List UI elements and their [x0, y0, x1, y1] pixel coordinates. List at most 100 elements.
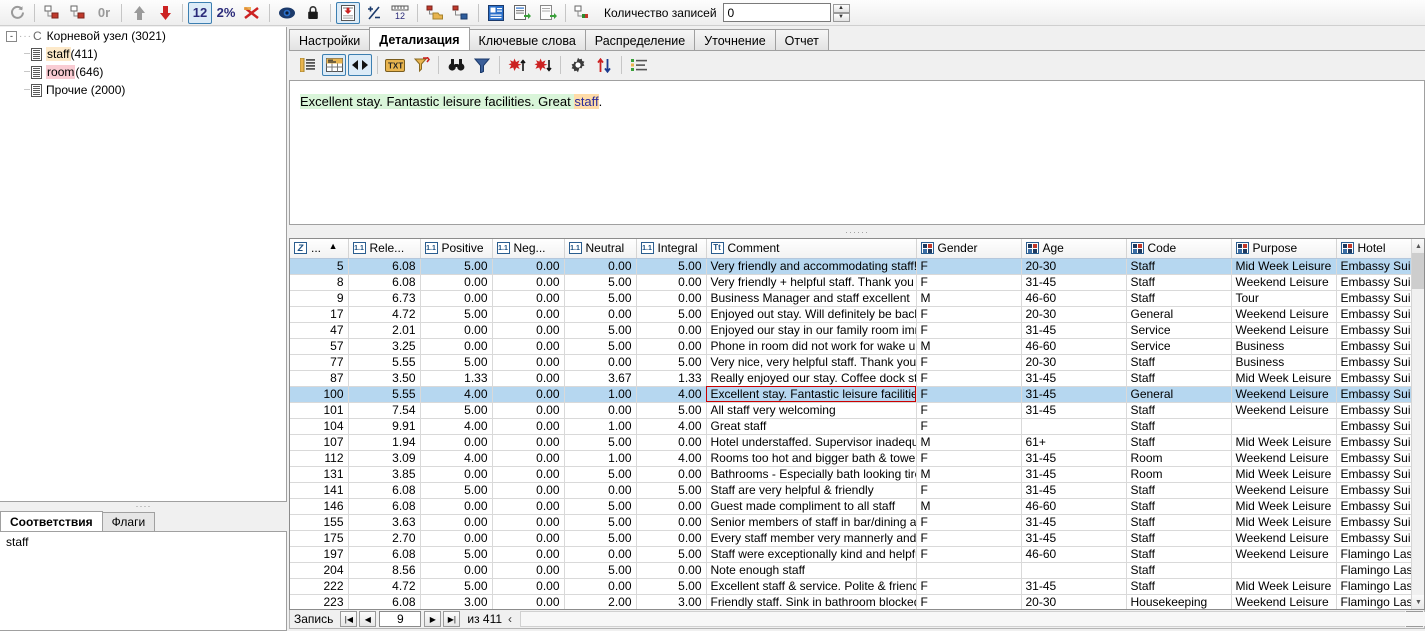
- cell-gender[interactable]: F: [916, 370, 1022, 387]
- cell-id[interactable]: 197: [290, 546, 349, 563]
- cell-relevance[interactable]: 6.08: [348, 258, 421, 275]
- node-folder-icon[interactable]: [423, 2, 447, 24]
- cell-gender[interactable]: M: [916, 434, 1022, 451]
- column-header-hotel[interactable]: Hotel: [1336, 239, 1415, 259]
- cell-positive[interactable]: 5.00: [420, 482, 493, 499]
- cell-positive[interactable]: 4.00: [420, 450, 493, 467]
- cell-age[interactable]: 31-45: [1021, 530, 1127, 547]
- cell-hotel[interactable]: Embassy Sui: [1336, 306, 1415, 323]
- filter-funnel-icon[interactable]: [470, 54, 494, 76]
- cell-integral[interactable]: 4.00: [636, 386, 707, 403]
- cell-comment[interactable]: Enjoyed out stay. Will definitely be bac…: [706, 306, 917, 323]
- node-step-icon[interactable]: [449, 2, 473, 24]
- cell-gender[interactable]: M: [916, 290, 1022, 307]
- prev-record-button[interactable]: ◀: [359, 611, 377, 627]
- cell-purpose[interactable]: Weekend Leisure: [1231, 306, 1337, 323]
- cell-negative[interactable]: 0.00: [492, 354, 565, 371]
- cell-positive[interactable]: 3.00: [420, 594, 493, 609]
- cell-comment[interactable]: Great staff: [706, 418, 917, 435]
- first-record-button[interactable]: |◀: [340, 611, 358, 627]
- cell-relevance[interactable]: 3.63: [348, 514, 421, 531]
- tree-item-other[interactable]: ┄ Прочие (2000): [0, 81, 286, 99]
- horizontal-scrollbar[interactable]: [520, 611, 1425, 627]
- cell-relevance[interactable]: 6.08: [348, 546, 421, 563]
- table-row[interactable]: 77 5.55 5.00 0.00 0.00 5.00 Very nice, very he…: [290, 354, 1415, 371]
- cell-negative[interactable]: 0.00: [492, 498, 565, 515]
- cell-id[interactable]: 5: [290, 258, 349, 275]
- cell-integral[interactable]: 1.33: [636, 370, 707, 387]
- cell-neutral[interactable]: 0.00: [564, 306, 637, 323]
- cell-neutral[interactable]: 5.00: [564, 434, 637, 451]
- cell-gender[interactable]: F: [916, 514, 1022, 531]
- tree-node-icon[interactable]: [40, 2, 64, 24]
- table-row[interactable]: 222 4.72 5.00 0.00 0.00 5.00 Excellent staff &…: [290, 578, 1415, 595]
- cell-purpose[interactable]: Weekend Leisure: [1231, 450, 1337, 467]
- cell-comment[interactable]: Very friendly + helpful staff. Thank you: [706, 274, 917, 291]
- cell-positive[interactable]: 5.00: [420, 306, 493, 323]
- column-header-purpose[interactable]: Purpose: [1231, 239, 1337, 259]
- cell-code[interactable]: Staff: [1126, 434, 1232, 451]
- cell-positive[interactable]: 0.00: [420, 434, 493, 451]
- cell-code[interactable]: General: [1126, 386, 1232, 403]
- cell-age[interactable]: 31-45: [1021, 482, 1127, 499]
- cell-age[interactable]: 31-45: [1021, 466, 1127, 483]
- cell-relevance[interactable]: 3.85: [348, 466, 421, 483]
- cell-gender[interactable]: F: [916, 578, 1022, 595]
- cell-purpose[interactable]: Business: [1231, 354, 1337, 371]
- cell-negative[interactable]: 0.00: [492, 450, 565, 467]
- cell-purpose[interactable]: Mid Week Leisure: [1231, 578, 1337, 595]
- cell-age[interactable]: 61+: [1021, 434, 1127, 451]
- cell-code[interactable]: Staff: [1126, 402, 1232, 419]
- cell-integral[interactable]: 5.00: [636, 354, 707, 371]
- cell-gender[interactable]: M: [916, 498, 1022, 515]
- cell-purpose[interactable]: Weekend Leisure: [1231, 386, 1337, 403]
- cell-hotel[interactable]: Embassy Sui: [1336, 274, 1415, 291]
- table-row[interactable]: 9 6.73 0.00 0.00 5.00 0.00 Business Manager an…: [290, 290, 1415, 307]
- cell-code[interactable]: Staff: [1126, 274, 1232, 291]
- grid-vertical-scrollbar[interactable]: ▲ ▼: [1411, 239, 1424, 609]
- cell-comment[interactable]: Excellent stay. Fantastic leisure facili…: [706, 386, 917, 403]
- move-down-icon[interactable]: [153, 2, 177, 24]
- left-splitter[interactable]: ····: [0, 502, 287, 511]
- cell-gender[interactable]: F: [916, 402, 1022, 419]
- cell-neutral[interactable]: 1.00: [564, 450, 637, 467]
- cell-positive[interactable]: 0.00: [420, 562, 493, 579]
- cell-neutral[interactable]: 0.00: [564, 578, 637, 595]
- cell-negative[interactable]: 0.00: [492, 482, 565, 499]
- cell-comment[interactable]: Hotel understaffed. Supervisor inadequat…: [706, 434, 917, 451]
- table-row[interactable]: 155 3.63 0.00 0.00 5.00 0.00 Senior members of…: [290, 514, 1415, 531]
- cell-hotel[interactable]: Embassy Sui: [1336, 338, 1415, 355]
- highlight-up-icon[interactable]: [505, 54, 529, 76]
- cell-relevance[interactable]: 7.54: [348, 402, 421, 419]
- table-row[interactable]: 100 5.55 4.00 0.00 1.00 4.00 Excellent stay. F…: [290, 386, 1415, 403]
- column-header-gender[interactable]: Gender: [916, 239, 1022, 259]
- cell-negative[interactable]: 0.00: [492, 594, 565, 609]
- column-header-age[interactable]: Age: [1021, 239, 1127, 259]
- cell-hotel[interactable]: Embassy Sui: [1336, 498, 1415, 515]
- cell-integral[interactable]: 4.00: [636, 418, 707, 435]
- vertical-splitter[interactable]: ······: [289, 227, 1425, 237]
- prev-next-icon[interactable]: [348, 54, 372, 76]
- cell-hotel[interactable]: Embassy Sui: [1336, 370, 1415, 387]
- cell-purpose[interactable]: [1231, 562, 1337, 579]
- cell-id[interactable]: 87: [290, 370, 349, 387]
- cell-integral[interactable]: 0.00: [636, 514, 707, 531]
- cell-relevance[interactable]: 8.56: [348, 562, 421, 579]
- cell-integral[interactable]: 0.00: [636, 322, 707, 339]
- cell-positive[interactable]: 5.00: [420, 546, 493, 563]
- cell-negative[interactable]: 0.00: [492, 370, 565, 387]
- plus-minus-icon[interactable]: [362, 2, 386, 24]
- stepper-down-icon[interactable]: ▼: [832, 12, 850, 22]
- cell-integral[interactable]: 0.00: [636, 498, 707, 515]
- cell-code[interactable]: Staff: [1126, 482, 1232, 499]
- cell-purpose[interactable]: Weekend Leisure: [1231, 546, 1337, 563]
- table-row[interactable]: 87 3.50 1.33 0.00 3.67 1.33 Really enjoyed our…: [290, 370, 1415, 387]
- table-row[interactable]: 112 3.09 4.00 0.00 1.00 4.00 Rooms too hot and…: [290, 450, 1415, 467]
- expander-collapse-icon[interactable]: -: [6, 30, 17, 42]
- cell-integral[interactable]: 3.00: [636, 594, 707, 609]
- cell-neutral[interactable]: 5.00: [564, 562, 637, 579]
- cell-integral[interactable]: 0.00: [636, 562, 707, 579]
- cell-comment[interactable]: Note enough staff: [706, 562, 917, 579]
- cell-gender[interactable]: F: [916, 386, 1022, 403]
- cell-relevance[interactable]: 6.08: [348, 482, 421, 499]
